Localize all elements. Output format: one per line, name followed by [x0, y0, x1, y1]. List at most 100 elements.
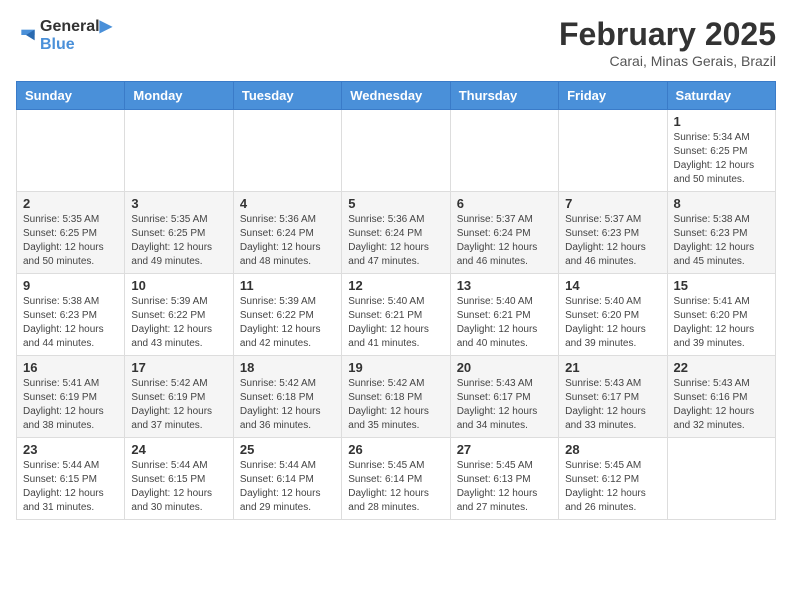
- calendar-cell: 17Sunrise: 5:42 AM Sunset: 6:19 PM Dayli…: [125, 356, 233, 438]
- day-info: Sunrise: 5:41 AM Sunset: 6:19 PM Dayligh…: [23, 377, 118, 433]
- day-info: Sunrise: 5:35 AM Sunset: 6:25 PM Dayligh…: [23, 213, 118, 269]
- day-number: 26: [348, 442, 443, 457]
- logo-text: General▶ Blue: [40, 16, 112, 54]
- day-info: Sunrise: 5:43 AM Sunset: 6:17 PM Dayligh…: [457, 377, 552, 433]
- calendar-cell: [559, 110, 667, 192]
- calendar-cell: [17, 110, 125, 192]
- day-info: Sunrise: 5:44 AM Sunset: 6:15 PM Dayligh…: [23, 459, 118, 515]
- calendar-cell: 12Sunrise: 5:40 AM Sunset: 6:21 PM Dayli…: [342, 274, 450, 356]
- day-info: Sunrise: 5:44 AM Sunset: 6:14 PM Dayligh…: [240, 459, 335, 515]
- day-info: Sunrise: 5:44 AM Sunset: 6:15 PM Dayligh…: [131, 459, 226, 515]
- day-info: Sunrise: 5:40 AM Sunset: 6:21 PM Dayligh…: [457, 295, 552, 351]
- day-number: 22: [674, 360, 769, 375]
- day-info: Sunrise: 5:39 AM Sunset: 6:22 PM Dayligh…: [131, 295, 226, 351]
- day-number: 19: [348, 360, 443, 375]
- day-number: 23: [23, 442, 118, 457]
- calendar-cell: [450, 110, 558, 192]
- calendar-cell: 22 Sunrise: 5:43 AM Sunset: 6:16 PM Dayli…: [667, 356, 775, 438]
- day-number: 24: [131, 442, 226, 457]
- day-info: Sunrise: 5:45 AM Sunset: 6:14 PM Dayligh…: [348, 459, 443, 515]
- day-number: 13: [457, 278, 552, 293]
- calendar-cell: 25 Sunrise: 5:44 AM Sunset: 6:14 PM Dayli…: [233, 438, 341, 520]
- day-number: 9: [23, 278, 118, 293]
- day-number: 2: [23, 196, 118, 211]
- day-info: Sunrise: 5:40 AM Sunset: 6:20 PM Dayligh…: [565, 295, 660, 351]
- location: Carai, Minas Gerais, Brazil: [559, 53, 776, 69]
- page-header: General▶ Blue February 2025 Carai, Minas…: [16, 16, 776, 69]
- title-area: February 2025 Carai, Minas Gerais, Brazi…: [559, 16, 776, 69]
- day-number: 16: [23, 360, 118, 375]
- day-info: Sunrise: 5:34 AM Sunset: 6:25 PM Dayligh…: [674, 131, 769, 187]
- calendar-week-0: 1 Sunrise: 5:34 AM Sunset: 6:25 PM Daylig…: [17, 110, 776, 192]
- day-info: Sunrise: 5:36 AM Sunset: 6:24 PM Dayligh…: [240, 213, 335, 269]
- day-info: Sunrise: 5:42 AM Sunset: 6:18 PM Dayligh…: [240, 377, 335, 433]
- day-info: Sunrise: 5:45 AM Sunset: 6:12 PM Dayligh…: [565, 459, 660, 515]
- day-header-saturday: Saturday: [667, 82, 775, 110]
- calendar-cell: 26 Sunrise: 5:45 AM Sunset: 6:14 PM Dayli…: [342, 438, 450, 520]
- day-header-wednesday: Wednesday: [342, 82, 450, 110]
- calendar-cell: 8 Sunrise: 5:38 AM Sunset: 6:23 PM Daylig…: [667, 192, 775, 274]
- day-info: Sunrise: 5:37 AM Sunset: 6:24 PM Dayligh…: [457, 213, 552, 269]
- calendar-cell: 14 Sunrise: 5:40 AM Sunset: 6:20 PM Dayli…: [559, 274, 667, 356]
- day-number: 3: [131, 196, 226, 211]
- calendar-cell: 4 Sunrise: 5:36 AM Sunset: 6:24 PM Daylig…: [233, 192, 341, 274]
- calendar-cell: 16 Sunrise: 5:41 AM Sunset: 6:19 PM Dayli…: [17, 356, 125, 438]
- month-title: February 2025: [559, 16, 776, 53]
- calendar-cell: 5 Sunrise: 5:36 AM Sunset: 6:24 PM Daylig…: [342, 192, 450, 274]
- day-info: Sunrise: 5:39 AM Sunset: 6:22 PM Dayligh…: [240, 295, 335, 351]
- calendar-cell: 10 Sunrise: 5:39 AM Sunset: 6:22 PM Dayli…: [125, 274, 233, 356]
- calendar-cell: 6 Sunrise: 5:37 AM Sunset: 6:24 PM Daylig…: [450, 192, 558, 274]
- calendar-week-4: 23 Sunrise: 5:44 AM Sunset: 6:15 PM Dayli…: [17, 438, 776, 520]
- calendar-cell: 19Sunrise: 5:42 AM Sunset: 6:18 PM Dayli…: [342, 356, 450, 438]
- calendar-week-2: 9 Sunrise: 5:38 AM Sunset: 6:23 PM Daylig…: [17, 274, 776, 356]
- day-number: 14: [565, 278, 660, 293]
- day-info: Sunrise: 5:43 AM Sunset: 6:16 PM Dayligh…: [674, 377, 769, 433]
- day-number: 4: [240, 196, 335, 211]
- day-number: 28: [565, 442, 660, 457]
- day-number: 6: [457, 196, 552, 211]
- day-info: Sunrise: 5:43 AM Sunset: 6:17 PM Dayligh…: [565, 377, 660, 433]
- day-number: 27: [457, 442, 552, 457]
- calendar-cell: 20 Sunrise: 5:43 AM Sunset: 6:17 PM Dayli…: [450, 356, 558, 438]
- calendar-cell: [342, 110, 450, 192]
- calendar: SundayMondayTuesdayWednesdayThursdayFrid…: [16, 81, 776, 520]
- day-number: 20: [457, 360, 552, 375]
- day-info: Sunrise: 5:38 AM Sunset: 6:23 PM Dayligh…: [23, 295, 118, 351]
- day-header-sunday: Sunday: [17, 82, 125, 110]
- calendar-cell: 1 Sunrise: 5:34 AM Sunset: 6:25 PM Daylig…: [667, 110, 775, 192]
- calendar-header-row: SundayMondayTuesdayWednesdayThursdayFrid…: [17, 82, 776, 110]
- day-header-monday: Monday: [125, 82, 233, 110]
- calendar-cell: 21 Sunrise: 5:43 AM Sunset: 6:17 PM Dayli…: [559, 356, 667, 438]
- day-number: 1: [674, 114, 769, 129]
- calendar-cell: 28 Sunrise: 5:45 AM Sunset: 6:12 PM Dayli…: [559, 438, 667, 520]
- day-number: 15: [674, 278, 769, 293]
- calendar-cell: 13 Sunrise: 5:40 AM Sunset: 6:21 PM Dayli…: [450, 274, 558, 356]
- day-number: 21: [565, 360, 660, 375]
- calendar-cell: 18Sunrise: 5:42 AM Sunset: 6:18 PM Dayli…: [233, 356, 341, 438]
- day-number: 5: [348, 196, 443, 211]
- calendar-week-3: 16 Sunrise: 5:41 AM Sunset: 6:19 PM Dayli…: [17, 356, 776, 438]
- calendar-cell: 9 Sunrise: 5:38 AM Sunset: 6:23 PM Daylig…: [17, 274, 125, 356]
- calendar-cell: 7Sunrise: 5:37 AM Sunset: 6:23 PM Daylig…: [559, 192, 667, 274]
- calendar-cell: [233, 110, 341, 192]
- calendar-cell: 3 Sunrise: 5:35 AM Sunset: 6:25 PM Daylig…: [125, 192, 233, 274]
- calendar-cell: 24 Sunrise: 5:44 AM Sunset: 6:15 PM Dayli…: [125, 438, 233, 520]
- calendar-cell: 2 Sunrise: 5:35 AM Sunset: 6:25 PM Daylig…: [17, 192, 125, 274]
- day-header-friday: Friday: [559, 82, 667, 110]
- calendar-cell: [125, 110, 233, 192]
- calendar-cell: 15Sunrise: 5:41 AM Sunset: 6:20 PM Dayli…: [667, 274, 775, 356]
- day-info: Sunrise: 5:36 AM Sunset: 6:24 PM Dayligh…: [348, 213, 443, 269]
- calendar-week-1: 2 Sunrise: 5:35 AM Sunset: 6:25 PM Daylig…: [17, 192, 776, 274]
- day-number: 25: [240, 442, 335, 457]
- calendar-cell: 27Sunrise: 5:45 AM Sunset: 6:13 PM Dayli…: [450, 438, 558, 520]
- day-number: 8: [674, 196, 769, 211]
- day-info: Sunrise: 5:38 AM Sunset: 6:23 PM Dayligh…: [674, 213, 769, 269]
- day-info: Sunrise: 5:40 AM Sunset: 6:21 PM Dayligh…: [348, 295, 443, 351]
- day-header-thursday: Thursday: [450, 82, 558, 110]
- day-info: Sunrise: 5:35 AM Sunset: 6:25 PM Dayligh…: [131, 213, 226, 269]
- calendar-cell: [667, 438, 775, 520]
- day-number: 11: [240, 278, 335, 293]
- day-number: 10: [131, 278, 226, 293]
- day-header-tuesday: Tuesday: [233, 82, 341, 110]
- day-info: Sunrise: 5:42 AM Sunset: 6:19 PM Dayligh…: [131, 377, 226, 433]
